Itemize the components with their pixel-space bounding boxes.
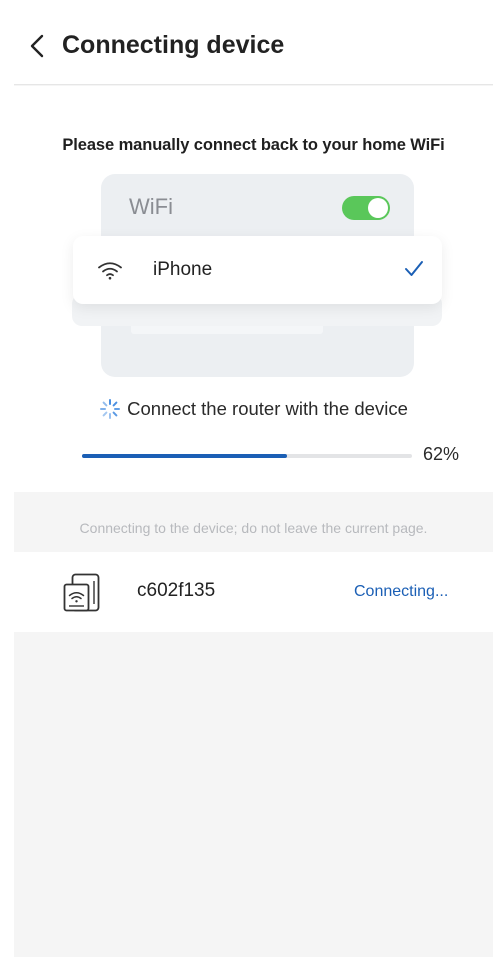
- device-name: c602f135: [137, 580, 216, 601]
- spinner-icon: [99, 398, 121, 420]
- device-status: Connecting...: [354, 583, 449, 600]
- toggle-knob: [368, 198, 388, 218]
- network-name: iPhone: [153, 259, 213, 280]
- progress-bar: [82, 454, 412, 458]
- progress-percent: 62%: [423, 444, 460, 464]
- status-line: Connect the router with the device: [14, 398, 493, 420]
- header: Connecting device: [14, 12, 493, 85]
- back-button[interactable]: [24, 29, 50, 63]
- router-device-icon: [63, 573, 100, 612]
- instruction-text: Please manually connect back to your hom…: [62, 136, 445, 154]
- status-text: Connect the router with the device: [127, 398, 408, 419]
- app-screen: Connecting device Please manually connec…: [14, 12, 493, 957]
- chevron-left-icon: [30, 34, 44, 58]
- wifi-label: WiFi: [129, 194, 173, 219]
- connection-section: Please manually connect back to your hom…: [14, 86, 493, 492]
- wifi-toggle: [342, 196, 390, 220]
- check-icon: [405, 261, 423, 276]
- progress-fill: [82, 454, 287, 458]
- network-item: iPhone: [73, 236, 442, 304]
- notice-text: Connecting to the device; do not leave t…: [79, 520, 428, 536]
- page-title: Connecting device: [62, 31, 285, 59]
- device-row[interactable]: c602f135 Connecting...: [14, 552, 493, 632]
- wifi-icon: [98, 262, 122, 280]
